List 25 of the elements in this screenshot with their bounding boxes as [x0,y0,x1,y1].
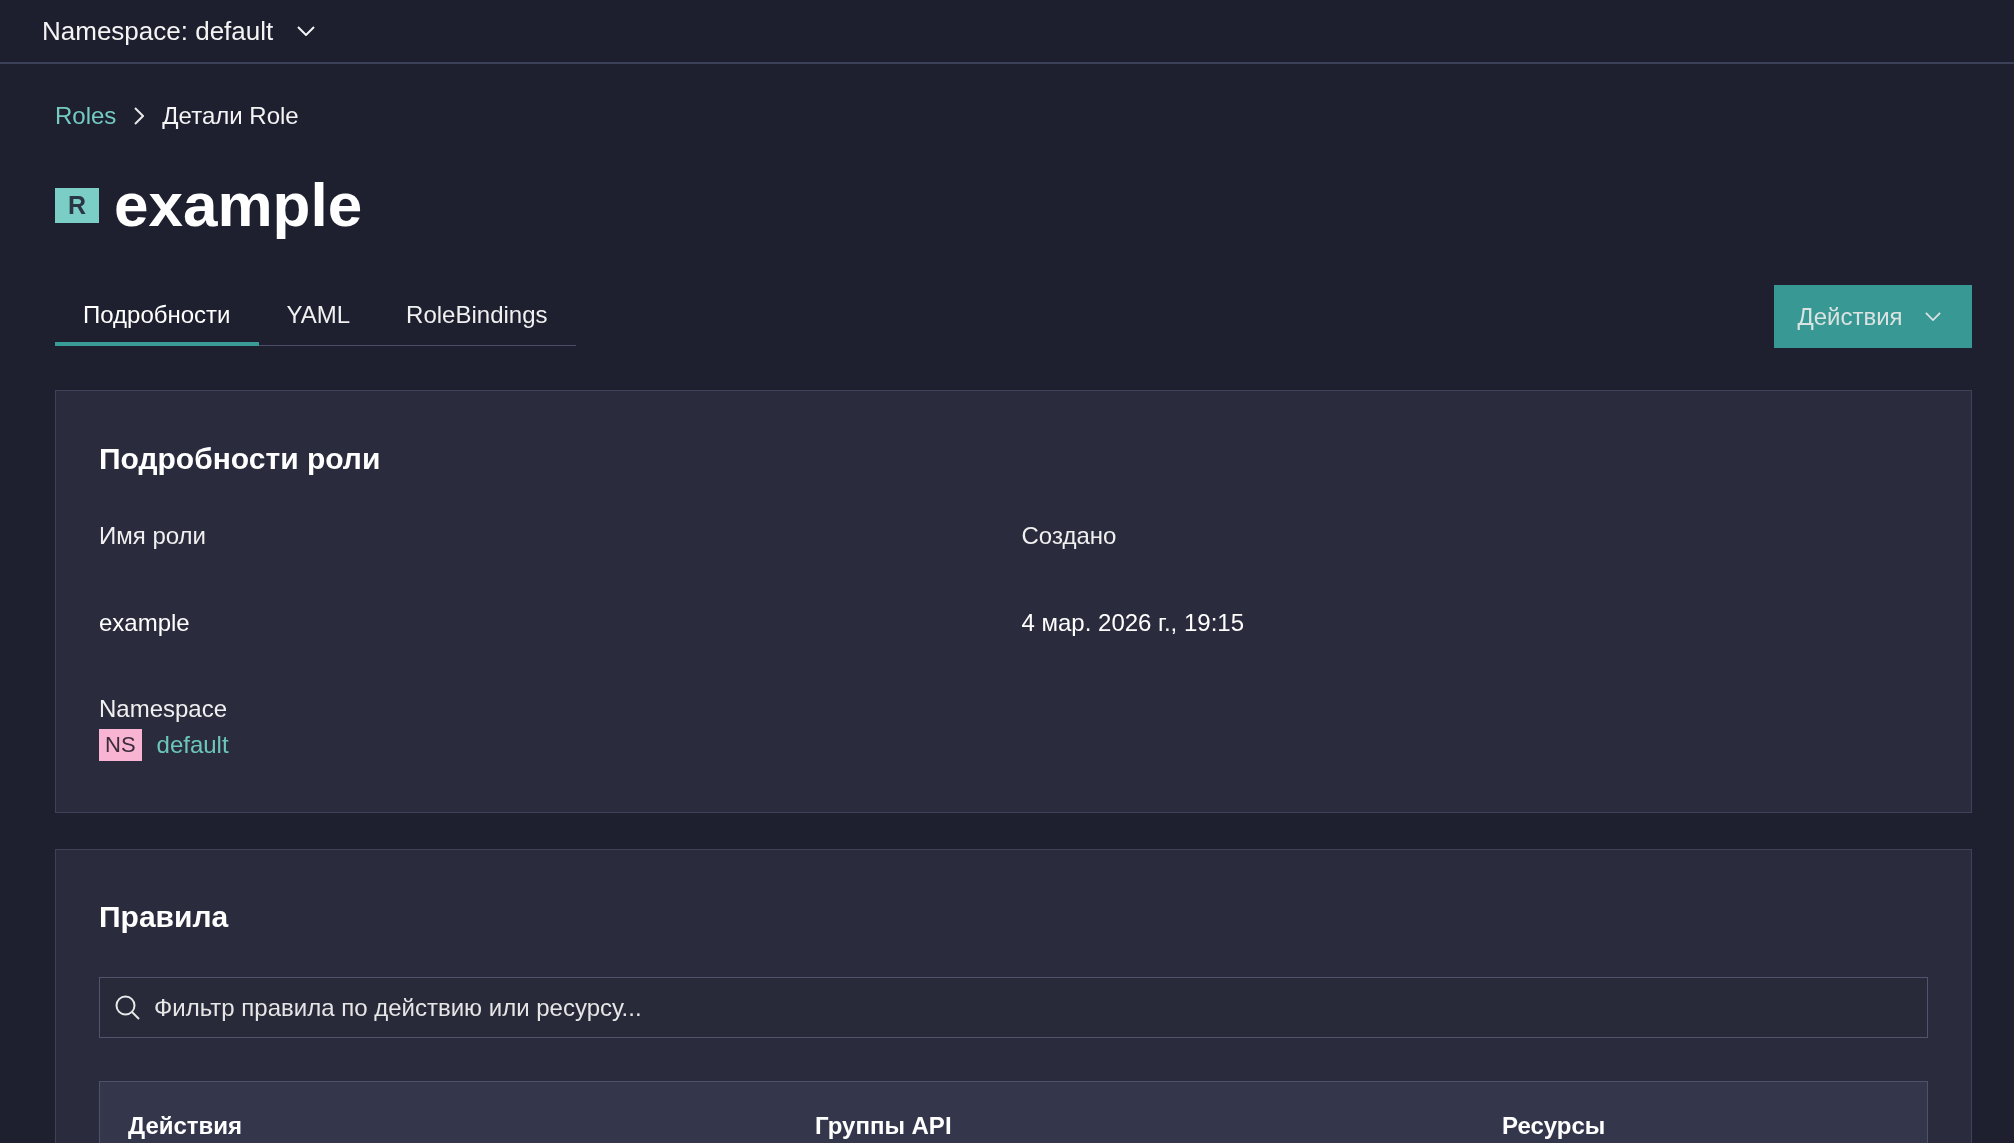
field-label: Создано [1021,521,1117,551]
breadcrumb-current: Детали Role [162,101,299,131]
namespace-link[interactable]: default [156,729,229,761]
chevron-right-icon [134,107,145,125]
field-value: 4 мар. 2026 г., 19:15 [1021,608,1244,638]
card-title: Подробности роли [99,441,382,477]
column-header: Действия [127,1111,244,1141]
tab[interactable]: Подробности [55,287,259,346]
search-icon [115,995,140,1020]
filter-field[interactable]: Фильтр правила по действию или ресурсу... [99,977,1928,1038]
namespace-badge: NS [99,729,142,761]
card-title: Правила [99,899,230,935]
tab[interactable]: YAML [258,287,379,346]
column-header: Ресурсы [1501,1111,1607,1141]
field-label: Имя роли [99,521,206,551]
field-value: example [99,608,190,638]
field-label: Namespace [99,694,228,724]
resource-kind-badge: R [55,187,99,223]
namespace-selector[interactable]: Namespace: default [42,15,316,47]
chevron-down-icon [1924,312,1941,321]
tab[interactable]: RoleBindings [378,287,576,346]
column-header: Группы API [814,1111,953,1141]
breadcrumb-link[interactable]: Roles [55,101,117,131]
page-title: example [114,169,363,241]
chevron-down-icon [297,26,316,36]
